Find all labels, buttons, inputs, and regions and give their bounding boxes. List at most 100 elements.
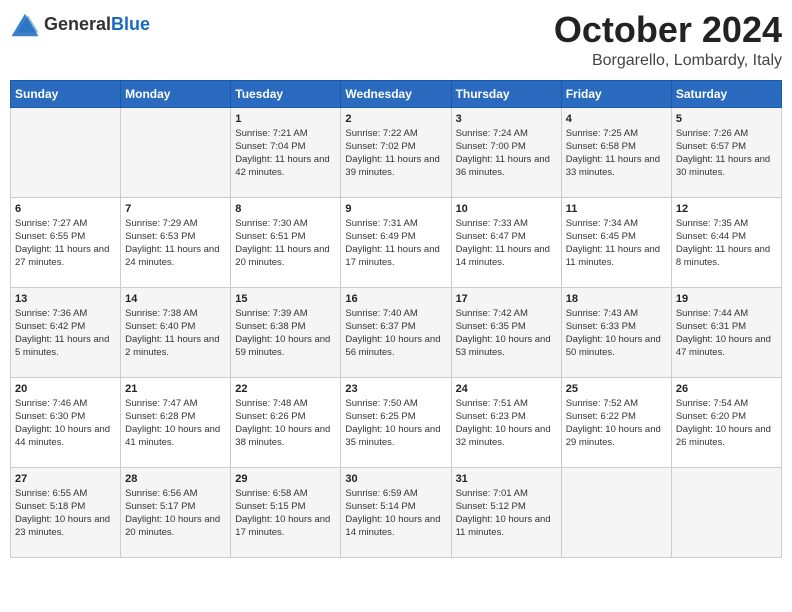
- day-number: 30: [345, 473, 446, 485]
- day-info: Sunrise: 7:47 AMSunset: 6:28 PMDaylight:…: [125, 397, 226, 450]
- day-cell: 8 Sunrise: 7:30 AMSunset: 6:51 PMDaylight…: [231, 197, 341, 287]
- day-number: 7: [125, 203, 226, 215]
- weekday-header-saturday: Saturday: [671, 80, 781, 107]
- day-number: 6: [15, 203, 116, 215]
- day-cell: 3 Sunrise: 7:24 AMSunset: 7:00 PMDaylight…: [451, 107, 561, 197]
- day-cell: 4Sunrise: 7:25 AMSunset: 6:58 PMDaylight…: [561, 107, 671, 197]
- logo-icon: [10, 10, 40, 40]
- day-info: Sunrise: 7:48 AMSunset: 6:26 PMDaylight:…: [235, 397, 336, 450]
- day-cell: 12Sunrise: 7:35 AMSunset: 6:44 PMDayligh…: [671, 197, 781, 287]
- day-cell: [11, 107, 121, 197]
- day-cell: 25Sunrise: 7:52 AMSunset: 6:22 PMDayligh…: [561, 377, 671, 467]
- logo-blue: Blue: [111, 14, 150, 34]
- day-info: Sunrise: 7:34 AMSunset: 6:45 PMDaylight:…: [566, 217, 667, 270]
- month-title: October 2024: [554, 10, 782, 50]
- day-cell: 30 Sunrise: 6:59 AMSunset: 5:14 PMDayligh…: [341, 467, 451, 557]
- day-number: 20: [15, 383, 116, 395]
- day-number: 19: [676, 293, 777, 305]
- day-cell: 1 Sunrise: 7:21 AMSunset: 7:04 PMDaylight…: [231, 107, 341, 197]
- day-info: Sunrise: 7:22 AMSunset: 7:02 PMDaylight:…: [345, 127, 446, 180]
- day-number: 14: [125, 293, 226, 305]
- weekday-header-thursday: Thursday: [451, 80, 561, 107]
- day-info: Sunrise: 7:51 AMSunset: 6:23 PMDaylight:…: [456, 397, 557, 450]
- day-number: 16: [345, 293, 446, 305]
- location-title: Borgarello, Lombardy, Italy: [554, 52, 782, 70]
- day-number: 31: [456, 473, 557, 485]
- day-cell: 20 Sunrise: 7:46 AMSunset: 6:30 PMDayligh…: [11, 377, 121, 467]
- day-cell: 14 Sunrise: 7:38 AMSunset: 6:40 PMDayligh…: [121, 287, 231, 377]
- day-cell: 6 Sunrise: 7:27 AMSunset: 6:55 PMDaylight…: [11, 197, 121, 287]
- week-row-1: 1 Sunrise: 7:21 AMSunset: 7:04 PMDaylight…: [11, 107, 782, 197]
- day-info: Sunrise: 7:25 AMSunset: 6:58 PMDaylight:…: [566, 127, 667, 180]
- day-info: Sunrise: 7:42 AMSunset: 6:35 PMDaylight:…: [456, 307, 557, 360]
- day-number: 9: [345, 203, 446, 215]
- day-info: Sunrise: 7:27 AMSunset: 6:55 PMDaylight:…: [15, 217, 116, 270]
- weekday-header-sunday: Sunday: [11, 80, 121, 107]
- day-info: Sunrise: 6:59 AMSunset: 5:14 PMDaylight:…: [345, 487, 446, 540]
- day-cell: 29 Sunrise: 6:58 AMSunset: 5:15 PMDayligh…: [231, 467, 341, 557]
- day-cell: 26 Sunrise: 7:54 AMSunset: 6:20 PMDayligh…: [671, 377, 781, 467]
- day-number: 10: [456, 203, 557, 215]
- day-cell: 10 Sunrise: 7:33 AMSunset: 6:47 PMDayligh…: [451, 197, 561, 287]
- weekday-header-tuesday: Tuesday: [231, 80, 341, 107]
- day-number: 27: [15, 473, 116, 485]
- weekday-row: SundayMondayTuesdayWednesdayThursdayFrid…: [11, 80, 782, 107]
- weekday-header-friday: Friday: [561, 80, 671, 107]
- day-cell: 2 Sunrise: 7:22 AMSunset: 7:02 PMDaylight…: [341, 107, 451, 197]
- day-number: 29: [235, 473, 336, 485]
- day-cell: 13 Sunrise: 7:36 AMSunset: 6:42 PMDayligh…: [11, 287, 121, 377]
- day-number: 24: [456, 383, 557, 395]
- day-info: Sunrise: 7:24 AMSunset: 7:00 PMDaylight:…: [456, 127, 557, 180]
- week-row-5: 27 Sunrise: 6:55 AMSunset: 5:18 PMDayligh…: [11, 467, 782, 557]
- day-info: Sunrise: 7:26 AMSunset: 6:57 PMDaylight:…: [676, 127, 777, 180]
- day-cell: 28Sunrise: 6:56 AMSunset: 5:17 PMDayligh…: [121, 467, 231, 557]
- day-info: Sunrise: 7:39 AMSunset: 6:38 PMDaylight:…: [235, 307, 336, 360]
- day-number: 1: [235, 113, 336, 125]
- day-info: Sunrise: 7:01 AMSunset: 5:12 PMDaylight:…: [456, 487, 557, 540]
- day-number: 25: [566, 383, 667, 395]
- day-info: Sunrise: 6:55 AMSunset: 5:18 PMDaylight:…: [15, 487, 116, 540]
- day-info: Sunrise: 7:33 AMSunset: 6:47 PMDaylight:…: [456, 217, 557, 270]
- day-cell: 31 Sunrise: 7:01 AMSunset: 5:12 PMDayligh…: [451, 467, 561, 557]
- calendar-header: SundayMondayTuesdayWednesdayThursdayFrid…: [11, 80, 782, 107]
- day-info: Sunrise: 7:50 AMSunset: 6:25 PMDaylight:…: [345, 397, 446, 450]
- day-cell: 16Sunrise: 7:40 AMSunset: 6:37 PMDayligh…: [341, 287, 451, 377]
- logo: GeneralBlue: [10, 10, 150, 40]
- weekday-header-monday: Monday: [121, 80, 231, 107]
- page-header: GeneralBlue October 2024 Borgarello, Lom…: [10, 10, 782, 70]
- day-cell: 9Sunrise: 7:31 AMSunset: 6:49 PMDaylight…: [341, 197, 451, 287]
- day-info: Sunrise: 6:56 AMSunset: 5:17 PMDaylight:…: [125, 487, 226, 540]
- day-cell: 18Sunrise: 7:43 AMSunset: 6:33 PMDayligh…: [561, 287, 671, 377]
- day-info: Sunrise: 7:54 AMSunset: 6:20 PMDaylight:…: [676, 397, 777, 450]
- day-cell: 11Sunrise: 7:34 AMSunset: 6:45 PMDayligh…: [561, 197, 671, 287]
- day-cell: 17 Sunrise: 7:42 AMSunset: 6:35 PMDayligh…: [451, 287, 561, 377]
- day-cell: 7 Sunrise: 7:29 AMSunset: 6:53 PMDaylight…: [121, 197, 231, 287]
- day-info: Sunrise: 7:46 AMSunset: 6:30 PMDaylight:…: [15, 397, 116, 450]
- day-number: 2: [345, 113, 446, 125]
- day-info: Sunrise: 7:38 AMSunset: 6:40 PMDaylight:…: [125, 307, 226, 360]
- day-number: 8: [235, 203, 336, 215]
- day-info: Sunrise: 7:29 AMSunset: 6:53 PMDaylight:…: [125, 217, 226, 270]
- day-cell: 5 Sunrise: 7:26 AMSunset: 6:57 PMDaylight…: [671, 107, 781, 197]
- day-number: 17: [456, 293, 557, 305]
- day-cell: [121, 107, 231, 197]
- day-number: 13: [15, 293, 116, 305]
- day-number: 5: [676, 113, 777, 125]
- week-row-2: 6 Sunrise: 7:27 AMSunset: 6:55 PMDaylight…: [11, 197, 782, 287]
- day-info: Sunrise: 7:30 AMSunset: 6:51 PMDaylight:…: [235, 217, 336, 270]
- weekday-header-wednesday: Wednesday: [341, 80, 451, 107]
- week-row-4: 20 Sunrise: 7:46 AMSunset: 6:30 PMDayligh…: [11, 377, 782, 467]
- day-number: 12: [676, 203, 777, 215]
- day-number: 26: [676, 383, 777, 395]
- day-info: Sunrise: 7:44 AMSunset: 6:31 PMDaylight:…: [676, 307, 777, 360]
- day-info: Sunrise: 7:36 AMSunset: 6:42 PMDaylight:…: [15, 307, 116, 360]
- day-cell: 15Sunrise: 7:39 AMSunset: 6:38 PMDayligh…: [231, 287, 341, 377]
- day-info: Sunrise: 7:21 AMSunset: 7:04 PMDaylight:…: [235, 127, 336, 180]
- day-number: 23: [345, 383, 446, 395]
- week-row-3: 13 Sunrise: 7:36 AMSunset: 6:42 PMDayligh…: [11, 287, 782, 377]
- day-cell: 27 Sunrise: 6:55 AMSunset: 5:18 PMDayligh…: [11, 467, 121, 557]
- day-number: 21: [125, 383, 226, 395]
- day-info: Sunrise: 6:58 AMSunset: 5:15 PMDaylight:…: [235, 487, 336, 540]
- day-number: 3: [456, 113, 557, 125]
- logo-general: General: [44, 14, 111, 34]
